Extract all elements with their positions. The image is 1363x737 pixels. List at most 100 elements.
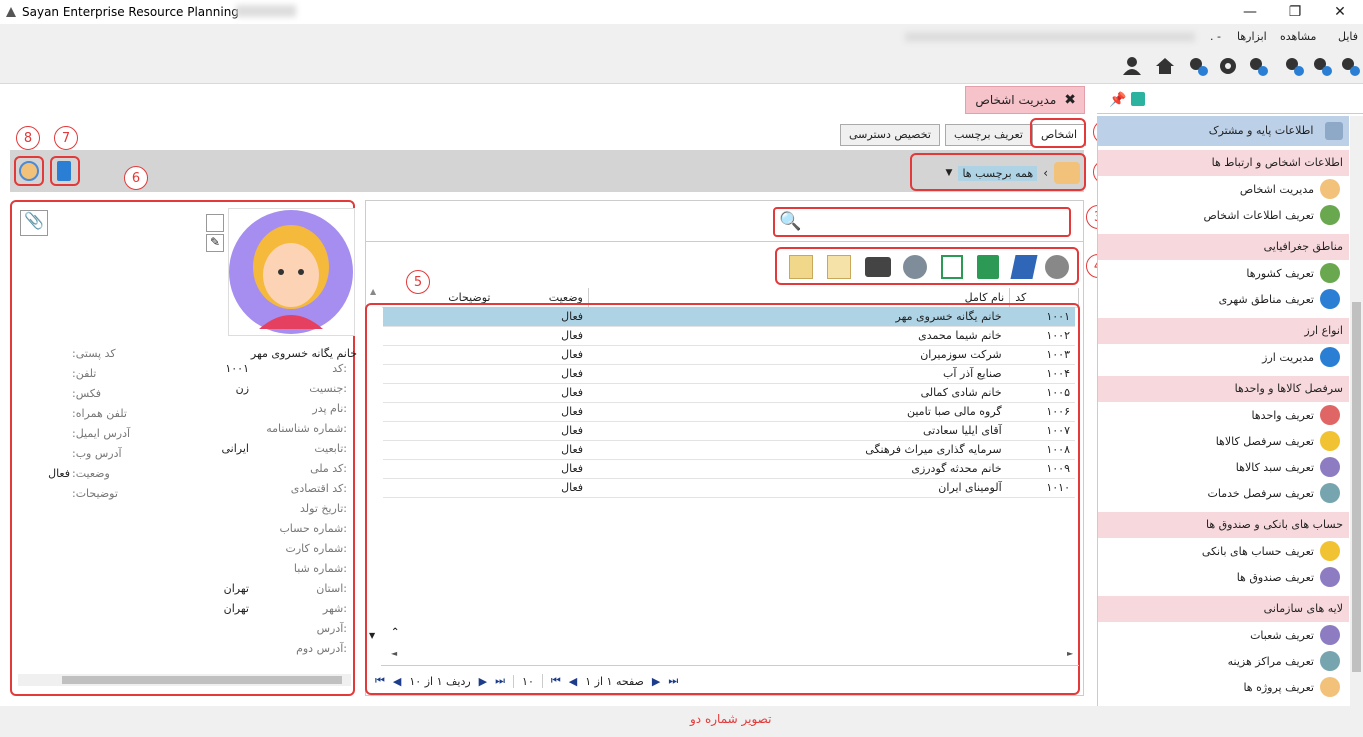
sidebar-item[interactable]: تعریف سرفصل کالاها — [1216, 428, 1340, 454]
search-box[interactable]: 🔍 — [773, 207, 1071, 237]
prev-page-icon[interactable]: ◀ — [569, 675, 577, 688]
label-filter[interactable]: › همه برچسب ها ▼ — [920, 162, 1080, 184]
menu-tools[interactable]: ابزارها — [1237, 30, 1267, 43]
menu-file[interactable]: فایل — [1338, 30, 1358, 43]
plugin-add-icon[interactable] — [1338, 54, 1362, 78]
last-row-icon[interactable]: ⏭ — [495, 674, 505, 688]
sidebar-item[interactable]: تعریف مراکز هزینه — [1228, 648, 1340, 674]
plugin-download-icon[interactable] — [1186, 54, 1210, 78]
sidebar-item[interactable]: تعریف اطلاعات اشخاص — [1203, 202, 1340, 228]
detail-field-label: کد ملی: — [310, 462, 347, 475]
collapse-arrow-icon[interactable]: ▲ — [370, 287, 376, 296]
cell-full-name: سرمایه گذاری میراث فرهنگی — [588, 440, 1007, 460]
sidebar-item[interactable]: تعریف سرفصل خدمات — [1208, 480, 1340, 506]
cell-full-name: گروه مالی صبا تامین — [588, 402, 1007, 422]
scroll-up-icon[interactable]: ⌃ — [391, 627, 399, 638]
table-row[interactable]: فعال خانم محدثه گودرزی ۱۰۰۹ — [383, 459, 1075, 479]
feather-edit-icon[interactable] — [1010, 255, 1038, 279]
next-row-icon[interactable]: ▶ — [479, 675, 487, 688]
detail-field-label: توضیحات: — [72, 487, 118, 500]
restore-button[interactable]: ❐ — [1275, 2, 1315, 22]
table-row[interactable]: فعال خانم یگانه خسروی مهر ۱۰۰۱ — [383, 307, 1075, 327]
table-row[interactable]: فعال سرمایه گذاری میراث فرهنگی ۱۰۰۸ — [383, 440, 1075, 460]
download-icon[interactable] — [941, 255, 963, 279]
table-row[interactable]: فعال صنایع آذر آب ۱۰۰۴ — [383, 364, 1075, 384]
sidebar-item[interactable]: مدیریت ارز — [1262, 344, 1340, 370]
sidebar-group-header[interactable]: مناطق جغرافیایی — [1098, 234, 1349, 260]
sidebar-item[interactable]: تعریف شعبات — [1250, 622, 1340, 648]
detail-hscrollbar[interactable] — [18, 674, 351, 686]
first-row-icon[interactable]: ⏮ — [375, 674, 385, 688]
table-row[interactable]: فعال گروه مالی صبا تامین ۱۰۰۶ — [383, 402, 1075, 422]
bookmark-icon[interactable] — [57, 161, 71, 181]
sidebar-top-header[interactable]: اطلاعات پایه و مشترک — [1098, 116, 1349, 146]
first-page-icon[interactable]: ⏮ — [541, 674, 561, 688]
tab-define-label[interactable]: تعریف برچسب — [945, 124, 1032, 146]
home-icon[interactable] — [1153, 54, 1177, 78]
sidebar-item-icon — [1320, 625, 1340, 645]
sidebar-group-header[interactable]: سرفصل کالاها و واحدها — [1098, 376, 1349, 402]
menu-view[interactable]: مشاهده — [1280, 30, 1316, 43]
excel-export-icon[interactable] — [977, 255, 999, 279]
hscroll-right-icon[interactable]: ► — [1067, 649, 1073, 658]
table-row[interactable]: فعال خانم شیما محمدی ۱۰۰۲ — [383, 326, 1075, 346]
dropdown-arrow-icon[interactable]: ▼ — [946, 168, 953, 178]
settings-gear-icon[interactable] — [1045, 255, 1069, 279]
sidebar-group-header[interactable]: حساب های بانکی و صندوق ها — [1098, 512, 1349, 538]
sidebar-item[interactable]: تعریف سبد کالاها — [1236, 454, 1340, 480]
detail-hscroll-thumb[interactable] — [62, 676, 342, 684]
sidebar-item[interactable]: تعریف واحدها — [1252, 402, 1340, 428]
avatar-settings-icon[interactable] — [19, 161, 39, 181]
page-tab-person-management[interactable]: مدیریت اشخاص ✖ — [965, 86, 1085, 114]
close-tab-icon[interactable]: ✖ — [1064, 92, 1076, 108]
grid-rows: فعال خانم یگانه خسروی مهر ۱۰۰۱ فعال خانم شیم… — [383, 307, 1075, 498]
sidebar-item[interactable]: تعریف مناطق شهری — [1219, 286, 1340, 312]
table-row[interactable]: فعال آقای ایلیا سعادتی ۱۰۰۷ — [383, 421, 1075, 441]
flag-icon[interactable] — [1131, 92, 1145, 106]
minimize-button[interactable]: — — [1230, 2, 1270, 22]
sidebar-item[interactable]: تعریف صندوق ها — [1237, 564, 1340, 590]
sidebar-item[interactable]: تعریف کشورها — [1246, 260, 1340, 286]
callout-7: 7 — [54, 126, 78, 150]
plugin-remove-icon[interactable] — [1310, 54, 1334, 78]
cell-status: فعال — [495, 478, 589, 498]
sidebar-scroll-thumb[interactable] — [1352, 302, 1361, 672]
last-page-icon[interactable]: ⏭ — [668, 674, 678, 688]
table-row[interactable]: فعال شرکت سوزمیران ۱۰۰۳ — [383, 345, 1075, 365]
table-row[interactable]: فعال خانم شادی کمالی ۱۰۰۵ — [383, 383, 1075, 403]
sidebar-item-label: تعریف شعبات — [1250, 628, 1314, 642]
edit-note-icon[interactable] — [827, 255, 851, 279]
printer-icon[interactable] — [865, 257, 891, 277]
plugin-info-icon[interactable] — [1246, 54, 1270, 78]
tab-access-assignment[interactable]: تخصیص دسترسی — [840, 124, 940, 146]
sidebar-group-header[interactable]: لایه های سازمانی — [1098, 596, 1349, 622]
cell-code: ۱۰۰۲ — [1006, 326, 1075, 346]
sidebar-item[interactable]: تعریف پروژه ها — [1243, 674, 1340, 700]
cell-full-name: خانم شادی کمالی — [588, 383, 1007, 403]
sidebar-group-header[interactable]: انواع ارز — [1098, 318, 1349, 344]
sidebar-group-header[interactable]: اطلاعات اشخاص و ارتباط ها — [1098, 150, 1349, 176]
user-icon[interactable] — [1120, 54, 1144, 78]
gear-icon[interactable] — [1216, 54, 1240, 78]
people-icon — [1054, 162, 1080, 184]
sidebar-item-icon — [1320, 483, 1340, 503]
close-button[interactable]: ✕ — [1320, 2, 1360, 22]
menu-extra[interactable]: . - — [1210, 30, 1221, 43]
hscroll-left-icon[interactable]: ◄ — [391, 649, 397, 658]
blurred-title-info — [236, 5, 296, 17]
search-input[interactable] — [803, 211, 1065, 233]
refresh-icon[interactable] — [903, 255, 927, 279]
sidebar-scrollbar[interactable] — [1350, 116, 1363, 706]
next-page-icon[interactable]: ▶ — [652, 675, 660, 688]
sidebar-item[interactable]: تعریف حساب های بانکی — [1202, 538, 1340, 564]
delete-icon[interactable] — [789, 255, 813, 279]
table-row[interactable]: فعال آلومینای ایران ۱۰۱۰ — [383, 478, 1075, 498]
scroll-down-icon[interactable]: ▼ — [369, 631, 375, 640]
sidebar-item[interactable]: مدیریت اشخاص — [1240, 176, 1340, 202]
detail-field-label: تابعیت: — [314, 442, 347, 455]
pin-icon[interactable]: 📌 — [1109, 92, 1126, 108]
prev-row-icon[interactable]: ◀ — [393, 675, 401, 688]
detail-field-value: تهران — [223, 582, 249, 595]
plugin-check-icon[interactable] — [1282, 54, 1306, 78]
page-size[interactable]: ۱۰ — [513, 674, 534, 688]
